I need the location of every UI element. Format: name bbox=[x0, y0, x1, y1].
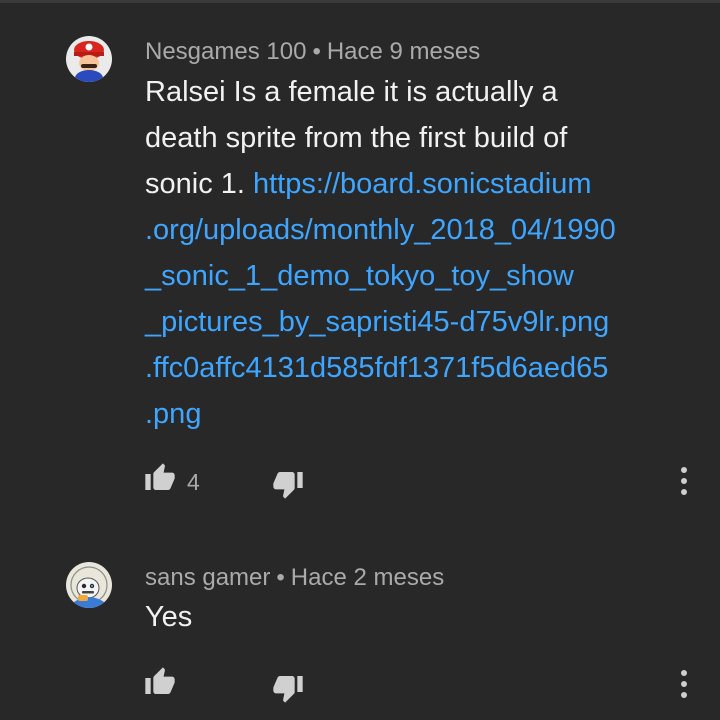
comment-time[interactable]: Hace 9 meses bbox=[327, 38, 480, 65]
comment-meta: Nesgames 100 • Hace 9 meses bbox=[145, 38, 480, 66]
comment-text: Ralsei Is a female it is actually a deat… bbox=[145, 69, 675, 437]
like-button[interactable] bbox=[144, 666, 176, 698]
thumb-up-icon bbox=[145, 463, 175, 490]
comments-screen: Nesgames 100 • Hace 9 meses Ralsei Is a fe… bbox=[0, 0, 720, 720]
thumb-up-icon bbox=[145, 667, 175, 694]
meta-separator: • bbox=[312, 38, 321, 65]
comment-time[interactable]: Hace 2 meses bbox=[291, 564, 444, 591]
comment-text-line: sonic 1. https://board.sonicstadium bbox=[145, 161, 675, 207]
comment-link[interactable]: _pictures_by_sapristi45-d75v9lr.png bbox=[145, 299, 675, 345]
thumb-down-icon bbox=[273, 472, 303, 499]
avatar[interactable] bbox=[66, 562, 112, 608]
comment-text-line: Yes bbox=[145, 601, 193, 633]
comment-link[interactable]: .org/uploads/monthly_2018_04/1990 bbox=[145, 207, 675, 253]
like-button[interactable] bbox=[144, 462, 176, 494]
comment-link[interactable]: .png bbox=[145, 391, 675, 437]
comment-text-line: Ralsei Is a female it is actually a bbox=[145, 76, 558, 108]
comment-text-line: death sprite from the first build of bbox=[145, 122, 568, 154]
avatar[interactable] bbox=[66, 36, 112, 82]
dislike-button[interactable] bbox=[272, 468, 304, 500]
dislike-button[interactable] bbox=[272, 672, 304, 704]
comment-text: Yes bbox=[145, 594, 675, 640]
comment-text-prefix: sonic 1. bbox=[145, 168, 253, 200]
author-name[interactable]: Nesgames 100 bbox=[145, 38, 306, 65]
more-options-button[interactable] bbox=[672, 465, 696, 499]
comment-meta: sans gamer • Hace 2 meses bbox=[145, 564, 444, 592]
comment-link[interactable]: _sonic_1_demo_tokyo_toy_show bbox=[145, 253, 675, 299]
meta-separator: • bbox=[276, 564, 285, 591]
divider bbox=[0, 0, 720, 3]
comment-link[interactable]: https://board.sonicstadium bbox=[253, 168, 592, 200]
thumb-down-icon bbox=[273, 676, 303, 703]
author-name[interactable]: sans gamer bbox=[145, 564, 270, 591]
comment-link[interactable]: .ffc0affc4131d585fdf1371f5d6aed65 bbox=[145, 345, 675, 391]
like-count: 4 bbox=[187, 469, 200, 495]
more-options-button[interactable] bbox=[672, 668, 696, 702]
